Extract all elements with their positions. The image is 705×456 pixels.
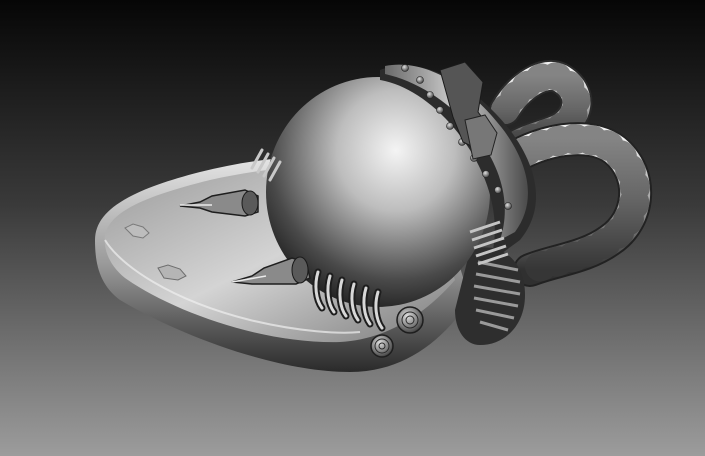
hull-bolt	[396, 306, 424, 334]
render-scene	[0, 0, 705, 456]
render-viewport	[0, 0, 705, 456]
hull-bolt	[370, 334, 394, 358]
